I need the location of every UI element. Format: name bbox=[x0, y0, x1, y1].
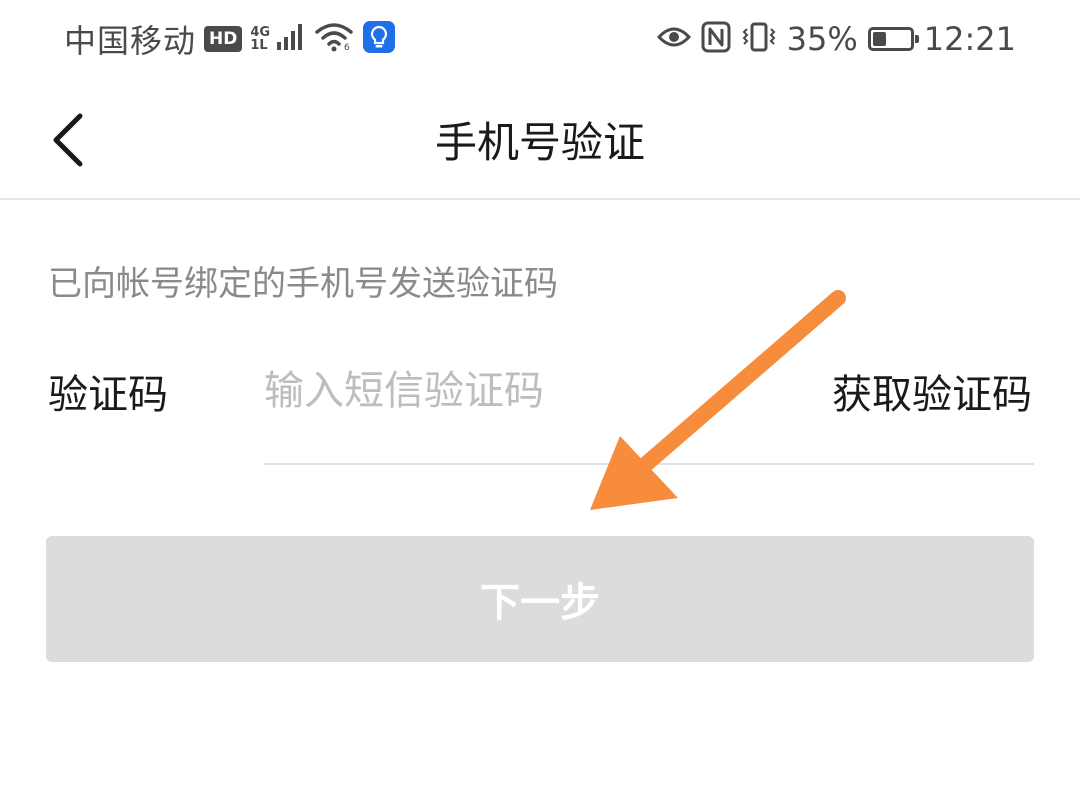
signal-icon bbox=[276, 22, 306, 56]
header: 手机号验证 bbox=[0, 80, 1080, 200]
code-label: 验证码 bbox=[48, 372, 168, 418]
sms-sent-hint: 已向帐号绑定的手机号发送验证码 bbox=[48, 264, 558, 304]
vibrate-icon bbox=[741, 21, 777, 57]
wifi-icon: 6 bbox=[314, 22, 354, 56]
battery-fill bbox=[872, 32, 886, 46]
carrier-name: 中国移动 bbox=[64, 22, 197, 60]
nfc-icon bbox=[701, 21, 731, 57]
network-type: 4G 1L bbox=[250, 26, 270, 52]
svg-text:6: 6 bbox=[344, 43, 350, 52]
status-bar-left: 中国移动 HD 4G 1L 6 bbox=[64, 16, 396, 62]
next-button[interactable]: 下一步 bbox=[46, 536, 1034, 662]
bulb-app-icon bbox=[362, 20, 396, 58]
screen: 中国移动 HD 4G 1L 6 35% 12:21 手机号验证 已向帐号绑定的手… bbox=[0, 0, 1080, 788]
battery-percent: 35% bbox=[786, 20, 858, 58]
annotation-arrow-icon bbox=[590, 290, 846, 510]
clock: 12:21 bbox=[923, 20, 1016, 58]
page-title: 手机号验证 bbox=[434, 117, 645, 167]
status-bar: 中国移动 HD 4G 1L 6 35% 12:21 bbox=[0, 0, 1080, 80]
network-type-bottom: 1L bbox=[250, 38, 268, 53]
eye-icon bbox=[656, 24, 691, 54]
battery-icon bbox=[867, 27, 919, 51]
status-bar-right: 35% 12:21 bbox=[656, 16, 1016, 62]
hd-icon: HD bbox=[204, 26, 243, 52]
